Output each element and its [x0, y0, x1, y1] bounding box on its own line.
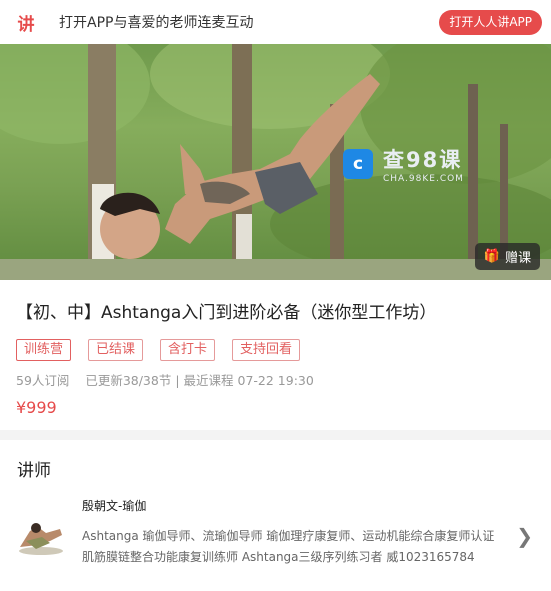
course-cover-image: c 查98课 CHA.98KE.COM 🎁 赠课 [0, 44, 551, 280]
update-progress: 已更新38/38节 [85, 373, 172, 388]
app-logo-icon: 讲 [13, 9, 39, 35]
course-title: 【初、中】Ashtanga入门到进阶必备（迷你型工作坊） [16, 303, 437, 323]
teacher-avatar[interactable] [16, 517, 66, 557]
stats-separator: | [175, 373, 180, 388]
watermark-url: CHA.98KE.COM [383, 174, 464, 184]
watermark-logo-icon: c [343, 149, 373, 179]
cover-illustration [0, 44, 551, 280]
banner-text: 打开APP与喜爱的老师连麦互动 [59, 15, 254, 31]
gift-course-label: 赠课 [505, 251, 532, 266]
teacher-description: Ashtanga 瑜伽导师、流瑜伽导师 瑜伽理疗康复师、运动机能综合康复师认证 … [82, 529, 495, 564]
chevron-right-icon[interactable]: ❯ [516, 524, 533, 548]
tag-replay: 支持回看 [232, 339, 301, 361]
course-tags: 训练营 已结课 含打卡 支持回看 [16, 339, 535, 361]
open-app-button[interactable]: 打开人人讲APP [439, 10, 542, 35]
course-price: ¥999 [16, 398, 57, 417]
gift-icon: 🎁 [483, 249, 501, 264]
app-download-banner[interactable]: 讲 打开APP与喜爱的老师连麦互动 打开人人讲APP [0, 0, 551, 44]
tag-check-in: 含打卡 [160, 339, 216, 361]
teacher-name: 殷朝文-瑜伽 [82, 499, 147, 513]
gift-course-button[interactable]: 🎁 赠课 [475, 243, 540, 270]
tag-finished: 已结课 [88, 339, 144, 361]
course-info-card: 【初、中】Ashtanga入门到进阶必备（迷你型工作坊） 训练营 已结课 含打卡… [0, 280, 551, 430]
course-stats: 59人订阅 已更新38/38节 | 最近课程 07-22 19:30 [16, 370, 535, 389]
tag-training-camp: 训练营 [16, 339, 72, 361]
watermark: c 查98课 CHA.98KE.COM [343, 144, 464, 184]
teacher-card[interactable]: 讲师 殷朝文-瑜伽 Ashtanga 瑜伽导师、流瑜伽导师 瑜伽理疗康复师、运动… [0, 440, 551, 591]
latest-lesson-time: 最近课程 07-22 19:30 [183, 373, 314, 388]
watermark-title: 查98课 [383, 148, 463, 172]
subscriber-count: 59人订阅 [16, 373, 70, 388]
teacher-section-title: 讲师 [17, 461, 51, 481]
